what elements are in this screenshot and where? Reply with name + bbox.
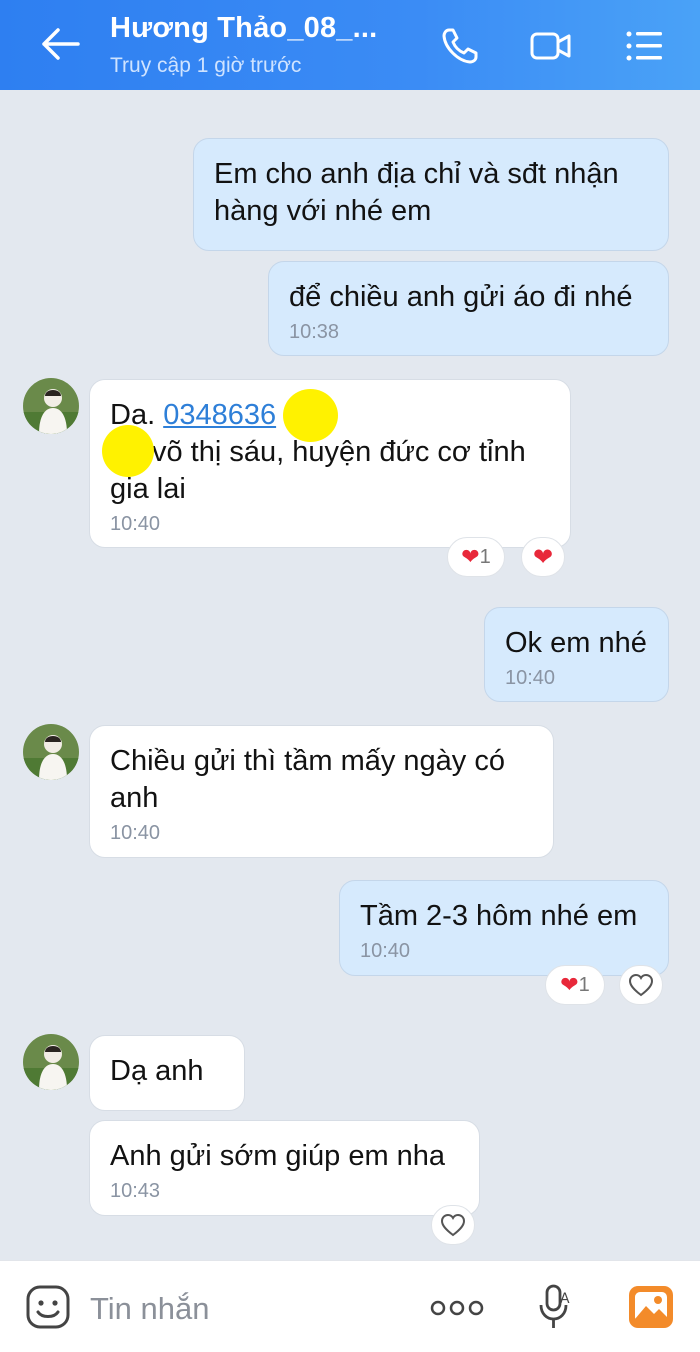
avatar-image bbox=[23, 378, 79, 434]
contact-name[interactable]: Hương Thảo_08_... bbox=[110, 12, 377, 45]
message-text: Dạ anh bbox=[110, 1055, 204, 1087]
react-button[interactable]: ❤ bbox=[521, 537, 565, 577]
reaction-count: 1 bbox=[578, 973, 590, 996]
message-received[interactable]: Chiều gửi thì tầm mấy ngày có anh 10:40 bbox=[89, 725, 554, 858]
react-button[interactable] bbox=[431, 1205, 475, 1245]
contact-avatar[interactable] bbox=[23, 378, 79, 434]
message-text: Anh gửi sớm giúp em nha bbox=[110, 1140, 446, 1172]
gallery-image-icon[interactable] bbox=[627, 1283, 675, 1331]
phone-call-icon[interactable] bbox=[438, 24, 482, 68]
reaction-count-badge[interactable]: ❤ 1 bbox=[545, 965, 605, 1005]
message-time: 10:40 bbox=[505, 667, 556, 689]
reaction-count-badge[interactable]: ❤ 1 bbox=[447, 537, 505, 577]
sticker-emoji-icon[interactable] bbox=[24, 1283, 72, 1331]
contact-avatar[interactable] bbox=[23, 724, 79, 780]
message-composer: Tin nhắn A bbox=[0, 1260, 700, 1352]
video-call-icon[interactable] bbox=[528, 24, 572, 68]
message-sent[interactable]: để chiều anh gửi áo đi nhé 10:38 bbox=[268, 261, 669, 356]
message-sent[interactable]: Ok em nhé 10:40 bbox=[484, 607, 669, 702]
message-text: Tầm 2-3 hôm nhé em bbox=[360, 900, 638, 932]
phone-number-link[interactable]: 0348636 bbox=[163, 399, 276, 431]
redaction-mark bbox=[102, 425, 154, 477]
message-text: để chiều anh gửi áo đi nhé bbox=[289, 281, 633, 313]
voice-to-text-mic-icon[interactable]: A bbox=[536, 1283, 576, 1331]
more-options-icon[interactable] bbox=[430, 1298, 484, 1318]
message-time: 10:38 bbox=[289, 321, 340, 343]
reaction-count: 1 bbox=[479, 545, 491, 568]
heart-outline-icon bbox=[628, 973, 654, 997]
back-arrow-icon[interactable] bbox=[38, 24, 82, 64]
chat-options-icon[interactable] bbox=[622, 24, 666, 68]
message-text: Chiều gửi thì tầm mấy ngày có anh bbox=[110, 745, 505, 814]
message-text: Ok em nhé bbox=[505, 627, 647, 659]
contact-avatar[interactable] bbox=[23, 1034, 79, 1090]
chat-header: Hương Thảo_08_... Truy cập 1 giờ trước bbox=[0, 0, 700, 90]
svg-text:A: A bbox=[560, 1291, 570, 1307]
message-sent[interactable]: Em cho anh địa chỉ và sđt nhận hàng với … bbox=[193, 138, 669, 251]
message-text: võ thị sáu, huyện đức cơ tỉnh gia lai bbox=[110, 436, 526, 505]
heart-outline-icon bbox=[440, 1213, 466, 1237]
message-time: 10:40 bbox=[110, 822, 161, 844]
message-time: 10:40 bbox=[360, 940, 411, 962]
react-button[interactable] bbox=[619, 965, 663, 1005]
message-received[interactable]: Dạ anh bbox=[89, 1035, 245, 1111]
message-sent[interactable]: Tầm 2-3 hôm nhé em 10:40 bbox=[339, 880, 669, 976]
message-text: Em cho anh địa chỉ và sđt nhận hàng với … bbox=[214, 158, 619, 227]
redaction-mark bbox=[283, 389, 338, 442]
message-time: 10:43 bbox=[110, 1180, 161, 1202]
heart-icon: ❤ bbox=[560, 972, 579, 997]
heart-icon: ❤ bbox=[532, 543, 554, 571]
avatar-image bbox=[23, 724, 79, 780]
message-time: 10:40 bbox=[110, 513, 161, 535]
avatar-image bbox=[23, 1034, 79, 1090]
message-received[interactable]: Anh gửi sớm giúp em nha 10:43 bbox=[89, 1120, 480, 1216]
last-seen-status: Truy cập 1 giờ trước bbox=[110, 54, 302, 77]
heart-icon: ❤ bbox=[461, 544, 480, 569]
message-input[interactable]: Tin nhắn bbox=[90, 1291, 210, 1327]
